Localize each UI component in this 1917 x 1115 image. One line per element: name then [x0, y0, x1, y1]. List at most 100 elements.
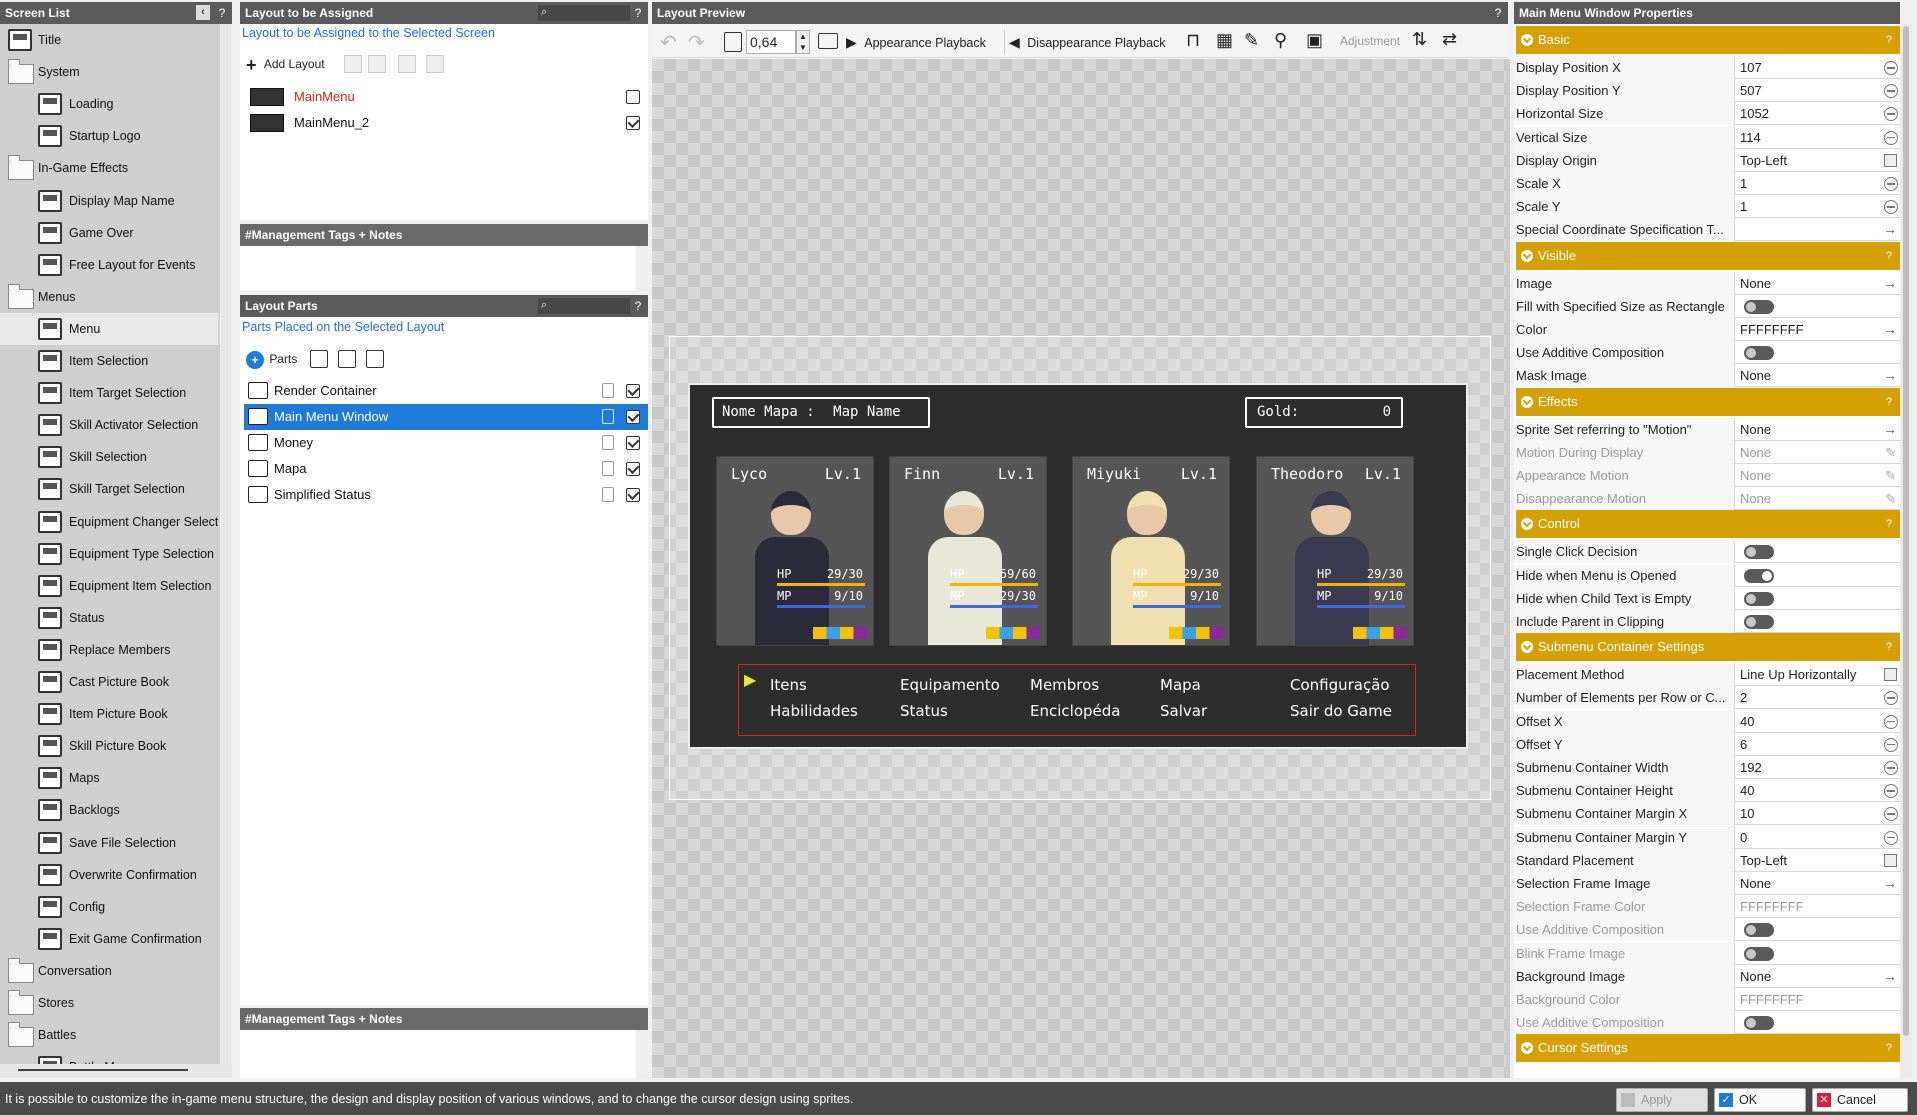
- add-layout-button[interactable]: + Add Layout: [246, 52, 334, 76]
- arrow-right-icon[interactable]: →: [1883, 364, 1897, 387]
- property-value[interactable]: None: [1740, 965, 1880, 988]
- screen-list-item[interactable]: Loading: [0, 88, 218, 120]
- screen-list-item[interactable]: Equipment Item Selection: [0, 570, 218, 602]
- property-value[interactable]: 114: [1740, 126, 1880, 149]
- layout-row[interactable]: MainMenu: [244, 84, 648, 110]
- property-value[interactable]: None: [1740, 464, 1880, 487]
- property-row[interactable]: Display Position X 107: [1514, 56, 1900, 79]
- visible-checkbox[interactable]: [626, 410, 640, 424]
- property-row[interactable]: Disappearance Motion None ✎: [1514, 487, 1900, 511]
- property-row[interactable]: Scale X1: [1514, 172, 1900, 195]
- layout-icon[interactable]: ▣: [1306, 30, 1323, 51]
- arrow-right-icon[interactable]: →: [1883, 218, 1897, 241]
- character-card[interactable]: Theodoro Lv.1 HP 29/30 MP 9/10: [1256, 456, 1414, 646]
- property-row[interactable]: Vertical Size 114: [1514, 125, 1900, 149]
- property-row[interactable]: Color FFFFFFFF →: [1514, 318, 1900, 341]
- stepper-icon[interactable]: [1884, 784, 1898, 799]
- property-row[interactable]: Selection Frame Image None →: [1514, 872, 1900, 895]
- character-card[interactable]: Miyuki Lv.1 HP 29/30 MP 9/10: [1072, 456, 1230, 646]
- visible-checkbox[interactable]: [626, 436, 640, 450]
- property-section-header[interactable]: Submenu Container Settings?: [1516, 633, 1900, 662]
- property-row[interactable]: Background Color FFFFFFFF: [1514, 988, 1900, 1011]
- help-icon[interactable]: ?: [1886, 1034, 1892, 1062]
- edit-icon[interactable]: ✎: [1885, 464, 1896, 487]
- disappearance-playback-button[interactable]: ◀ Disappearance Playback: [1004, 30, 1172, 54]
- stepper-icon[interactable]: [1884, 761, 1898, 775]
- screen-list-scrollbar[interactable]: [221, 24, 231, 1064]
- screen-list-folder[interactable]: Battles: [0, 1019, 218, 1051]
- stepper-icon[interactable]: [1884, 200, 1898, 215]
- property-row[interactable]: Submenu Container Width 192: [1514, 756, 1900, 779]
- help-icon[interactable]: ?: [1886, 633, 1892, 661]
- toggle-switch[interactable]: [1744, 946, 1774, 961]
- property-value[interactable]: Line Up Horizontally: [1740, 663, 1880, 686]
- property-value[interactable]: 507: [1740, 79, 1880, 102]
- screen-list-item[interactable]: Cast Picture Book: [0, 666, 218, 698]
- property-value[interactable]: 6: [1740, 733, 1880, 756]
- menu-command[interactable]: Salvar: [1160, 702, 1207, 720]
- screen-list-item[interactable]: Item Selection: [0, 345, 218, 377]
- lock-icon[interactable]: [602, 435, 614, 450]
- screen-list-item[interactable]: Replace Members: [0, 634, 218, 666]
- screen-list-item[interactable]: Save File Selection: [0, 827, 218, 859]
- screen-list-item[interactable]: Config: [0, 891, 218, 923]
- stepper-icon[interactable]: [1884, 61, 1898, 75]
- arrow-right-icon[interactable]: →: [1883, 272, 1897, 295]
- toggle-switch[interactable]: [1744, 1016, 1774, 1031]
- menu-command[interactable]: Configuração: [1290, 676, 1390, 694]
- menu-command[interactable]: Status: [900, 702, 948, 720]
- zoom-fit-button[interactable]: [724, 32, 742, 52]
- property-value[interactable]: 40: [1740, 779, 1880, 802]
- property-row[interactable]: Include Parent in Clipping: [1514, 610, 1900, 633]
- screen-list-folder[interactable]: Menus: [0, 281, 218, 313]
- help-icon[interactable]: ?: [1886, 388, 1892, 416]
- stepper-icon[interactable]: [1884, 830, 1898, 845]
- property-section-header[interactable]: Control?: [1516, 510, 1900, 539]
- undo-icon[interactable]: ↶: [660, 30, 677, 55]
- screen-list-item[interactable]: Item Target Selection: [0, 377, 218, 409]
- property-row[interactable]: Fill with Specified Size as Rectangle: [1514, 294, 1900, 318]
- property-row[interactable]: Standard Placement Top-Left: [1514, 848, 1900, 872]
- property-value[interactable]: None: [1740, 872, 1880, 895]
- property-row[interactable]: Display Position Y 507: [1514, 79, 1900, 103]
- property-value[interactable]: None: [1740, 364, 1880, 387]
- edit-icon[interactable]: ✎: [1885, 487, 1896, 510]
- property-row[interactable]: Submenu Container Margin X 10: [1514, 802, 1900, 826]
- dropdown-icon[interactable]: [1884, 668, 1897, 682]
- help-icon[interactable]: ?: [1886, 26, 1892, 54]
- layout-delete-button[interactable]: [426, 55, 444, 73]
- preview-vscroll[interactable]: [1506, 59, 1510, 1078]
- arrow-right-icon[interactable]: →: [1883, 965, 1897, 988]
- property-value[interactable]: Top-Left: [1740, 149, 1880, 172]
- screen-list-item[interactable]: Overwrite Confirmation: [0, 859, 218, 891]
- toggle-switch[interactable]: [1744, 591, 1774, 606]
- screen-list-item[interactable]: Game Over: [0, 217, 218, 249]
- arrow-right-icon[interactable]: →: [1883, 318, 1897, 341]
- property-row[interactable]: Mask Image None →: [1514, 364, 1900, 388]
- screen-list-item[interactable]: Skill Selection: [0, 441, 218, 473]
- toggle-switch[interactable]: [1744, 923, 1774, 938]
- lock-icon[interactable]: [602, 409, 614, 424]
- property-value[interactable]: 10: [1740, 802, 1880, 825]
- layout-notes-area[interactable]: [240, 246, 648, 290]
- property-row[interactable]: Hide when Child Text is Empty: [1514, 586, 1900, 610]
- visible-checkbox[interactable]: [626, 384, 640, 398]
- screen-list-folder[interactable]: Stores: [0, 987, 218, 1019]
- part-row[interactable]: Money: [244, 430, 648, 456]
- screen-list-item[interactable]: Maps: [0, 762, 218, 794]
- stepper-icon[interactable]: [1884, 691, 1898, 706]
- property-row[interactable]: Use Additive Composition: [1514, 918, 1900, 942]
- appearance-playback-button[interactable]: ▶ Appearance Playback: [846, 30, 998, 54]
- screen-list-item[interactable]: Item Picture Book: [0, 698, 218, 730]
- screen-size-button[interactable]: [818, 33, 838, 49]
- menu-command[interactable]: Itens: [770, 676, 807, 694]
- part-row[interactable]: Render Container: [244, 378, 648, 404]
- map-name-box[interactable]: Nome Mapa : Map Name: [712, 397, 930, 428]
- property-row[interactable]: Image None →: [1514, 271, 1900, 295]
- property-value[interactable]: 0: [1740, 826, 1880, 849]
- stepper-icon[interactable]: [1884, 107, 1898, 122]
- toggle-switch[interactable]: [1744, 568, 1774, 583]
- layout-paste-button[interactable]: [398, 55, 416, 73]
- properties-scrollbar[interactable]: [1900, 24, 1912, 1078]
- visible-checkbox[interactable]: [626, 462, 640, 476]
